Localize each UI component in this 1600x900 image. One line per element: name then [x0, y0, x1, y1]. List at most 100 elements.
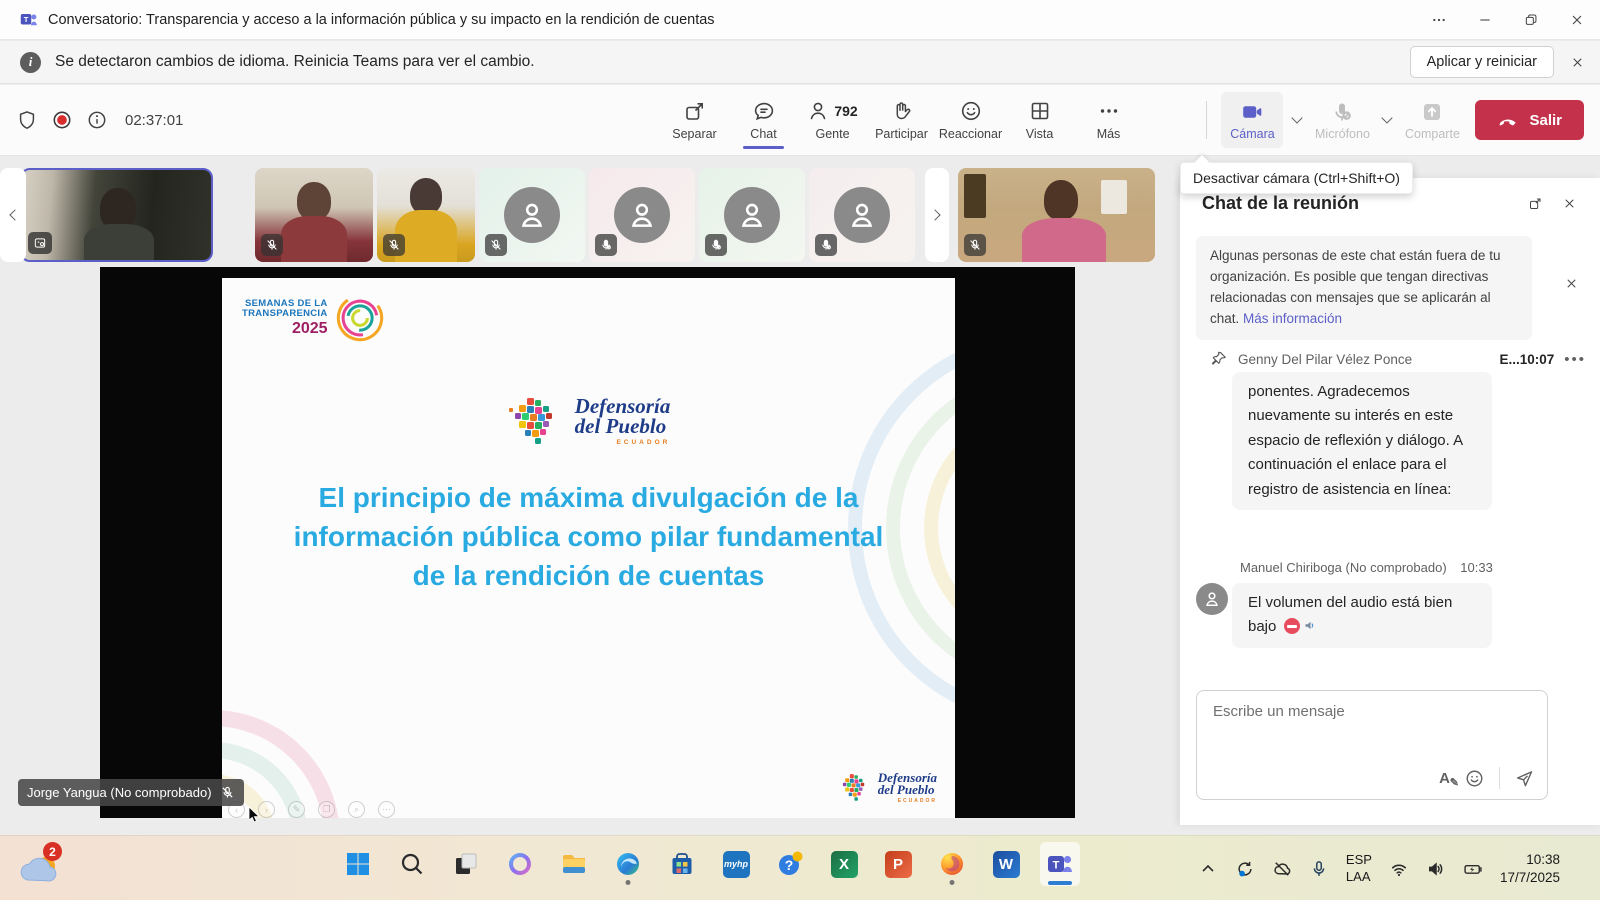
search-button[interactable]: [392, 842, 432, 886]
restore-button[interactable]: [1508, 0, 1554, 39]
teams-button[interactable]: T: [1040, 842, 1080, 886]
send-icon[interactable]: [1514, 768, 1535, 789]
svg-text:?: ?: [785, 857, 794, 873]
more-dots-icon: [1097, 99, 1121, 123]
notice-close-icon[interactable]: [1554, 266, 1588, 300]
close-button[interactable]: [1554, 0, 1600, 39]
camera-button[interactable]: Cámara: [1221, 92, 1283, 148]
firefox-button[interactable]: [932, 842, 972, 886]
slide-decoration-rings: [222, 628, 412, 818]
more-info-link[interactable]: Más información: [1243, 311, 1342, 326]
system-tray: ESP LAA 10:38 17/7/2025: [1198, 836, 1560, 900]
running-indicator: [626, 880, 631, 885]
start-button[interactable]: [338, 842, 378, 886]
shield-icon[interactable]: [16, 109, 38, 131]
strip-scroll-right-button[interactable]: [925, 168, 949, 262]
mic-off-icon: [485, 234, 507, 256]
battery-icon[interactable]: [1463, 859, 1483, 879]
edge-button[interactable]: [608, 842, 648, 886]
volume-icon[interactable]: [1426, 859, 1446, 879]
camera-options-chevron[interactable]: [1287, 100, 1307, 140]
excel-button[interactable]: X: [824, 842, 864, 886]
microphone-button[interactable]: Micrófono: [1311, 92, 1373, 148]
breakout-button[interactable]: Separar: [660, 85, 729, 155]
avatar: [724, 187, 780, 243]
raise-hand-button[interactable]: Participar: [867, 85, 936, 155]
chat-popout-icon[interactable]: [1518, 186, 1552, 220]
participant-thumbnail[interactable]: [377, 168, 475, 262]
no-entry-emoji: [1284, 618, 1300, 634]
hang-up-icon: [1497, 109, 1519, 131]
strip-scroll-left-button[interactable]: [0, 168, 26, 262]
powerpoint-button[interactable]: P: [878, 842, 918, 886]
emoji-icon[interactable]: [1464, 768, 1485, 789]
help-button[interactable]: ?: [770, 842, 810, 886]
annotate-button[interactable]: ✎: [288, 801, 305, 818]
chat-close-icon[interactable]: [1552, 186, 1586, 220]
format-icon[interactable]: A✎: [1439, 770, 1450, 787]
org-logo-map-icon: [838, 773, 872, 803]
store-button[interactable]: [662, 842, 702, 886]
more-controls-button[interactable]: ⋯: [378, 801, 395, 818]
copilot-button[interactable]: [500, 842, 540, 886]
mic-muted-icon: [815, 234, 837, 256]
message-author-row: Manuel Chiriboga (No comprobado) 10:33: [1240, 560, 1493, 575]
participant-thumbnail[interactable]: [589, 168, 695, 262]
weather-widget[interactable]: 2: [16, 846, 64, 890]
update-sync-icon[interactable]: [1235, 859, 1255, 879]
language-indicator[interactable]: ESP LAA: [1346, 852, 1372, 885]
window-menu-button[interactable]: [1416, 0, 1462, 39]
clock[interactable]: 10:38 17/7/2025: [1500, 851, 1560, 886]
apply-restart-button[interactable]: Aplicar y reiniciar: [1410, 46, 1554, 78]
minimize-button[interactable]: [1462, 0, 1508, 39]
self-video-thumbnail[interactable]: [20, 168, 213, 262]
leave-button[interactable]: Salir: [1475, 100, 1584, 140]
language-banner: i Se detectaron cambios de idioma. Reini…: [0, 41, 1600, 84]
react-button[interactable]: Reaccionar: [936, 85, 1005, 155]
message-input[interactable]: [1213, 703, 1531, 720]
chat-bubble-icon: [752, 99, 776, 123]
meeting-info-icon[interactable]: [86, 109, 108, 131]
participant-thumbnail[interactable]: [699, 168, 805, 262]
participant-thumbnail[interactable]: [255, 168, 373, 262]
sync-view-button[interactable]: ❐: [318, 801, 335, 818]
myhp-button[interactable]: myhp: [716, 842, 756, 886]
view-button[interactable]: Vista: [1005, 85, 1074, 155]
video-effects-icon[interactable]: [28, 232, 52, 254]
participant-thumbnail[interactable]: [809, 168, 915, 262]
info-icon: i: [20, 52, 41, 73]
onedrive-paused-icon[interactable]: [1272, 859, 1292, 879]
word-button[interactable]: W: [986, 842, 1026, 886]
presenter-name-tag: Jorge Yangua (No comprobado): [18, 779, 244, 806]
mic-muted-icon: [705, 234, 727, 256]
participant-thumbnail[interactable]: [479, 168, 585, 262]
taskbar-apps: myhp ? X P W T: [338, 842, 1080, 886]
participants-strip: [0, 165, 1180, 267]
share-button[interactable]: Comparte: [1401, 92, 1463, 148]
more-button[interactable]: Más: [1074, 85, 1143, 155]
avatar: [504, 187, 560, 243]
task-view-button[interactable]: [446, 842, 486, 886]
wifi-icon[interactable]: [1389, 859, 1409, 879]
file-explorer-button[interactable]: [554, 842, 594, 886]
message-composer: A✎: [1196, 690, 1548, 800]
recording-indicator-icon[interactable]: [51, 109, 73, 131]
banner-close-icon[interactable]: [1554, 55, 1600, 70]
spotlight-video-thumbnail[interactable]: [958, 168, 1155, 262]
active-indicator: [1048, 881, 1072, 885]
tray-chevron-icon[interactable]: [1198, 859, 1218, 879]
slide-title: El principio de máxima divulgación de la…: [277, 478, 900, 596]
teams-meeting-window: T Conversatorio: Transparencia y acceso …: [0, 0, 1600, 900]
people-button[interactable]: 792 Gente: [798, 85, 867, 155]
mic-off-icon: [220, 785, 235, 800]
mic-options-chevron[interactable]: [1377, 100, 1397, 140]
chat-button[interactable]: Chat: [729, 85, 798, 155]
tray-mic-icon[interactable]: [1309, 859, 1329, 879]
zoom-button[interactable]: ⌕: [348, 801, 365, 818]
pinned-message-header[interactable]: Genny Del Pilar Vélez Ponce E...10:07 ••…: [1210, 346, 1586, 372]
event-logo: SEMANAS DE LA TRANSPARENCIA 2025: [242, 292, 386, 344]
composer-divider: [1499, 767, 1500, 789]
running-indicator: [950, 880, 955, 885]
chat-message: ponentes. Agradecemos nuevamente su inte…: [1232, 372, 1492, 510]
message-options-icon[interactable]: •••: [1564, 351, 1586, 368]
